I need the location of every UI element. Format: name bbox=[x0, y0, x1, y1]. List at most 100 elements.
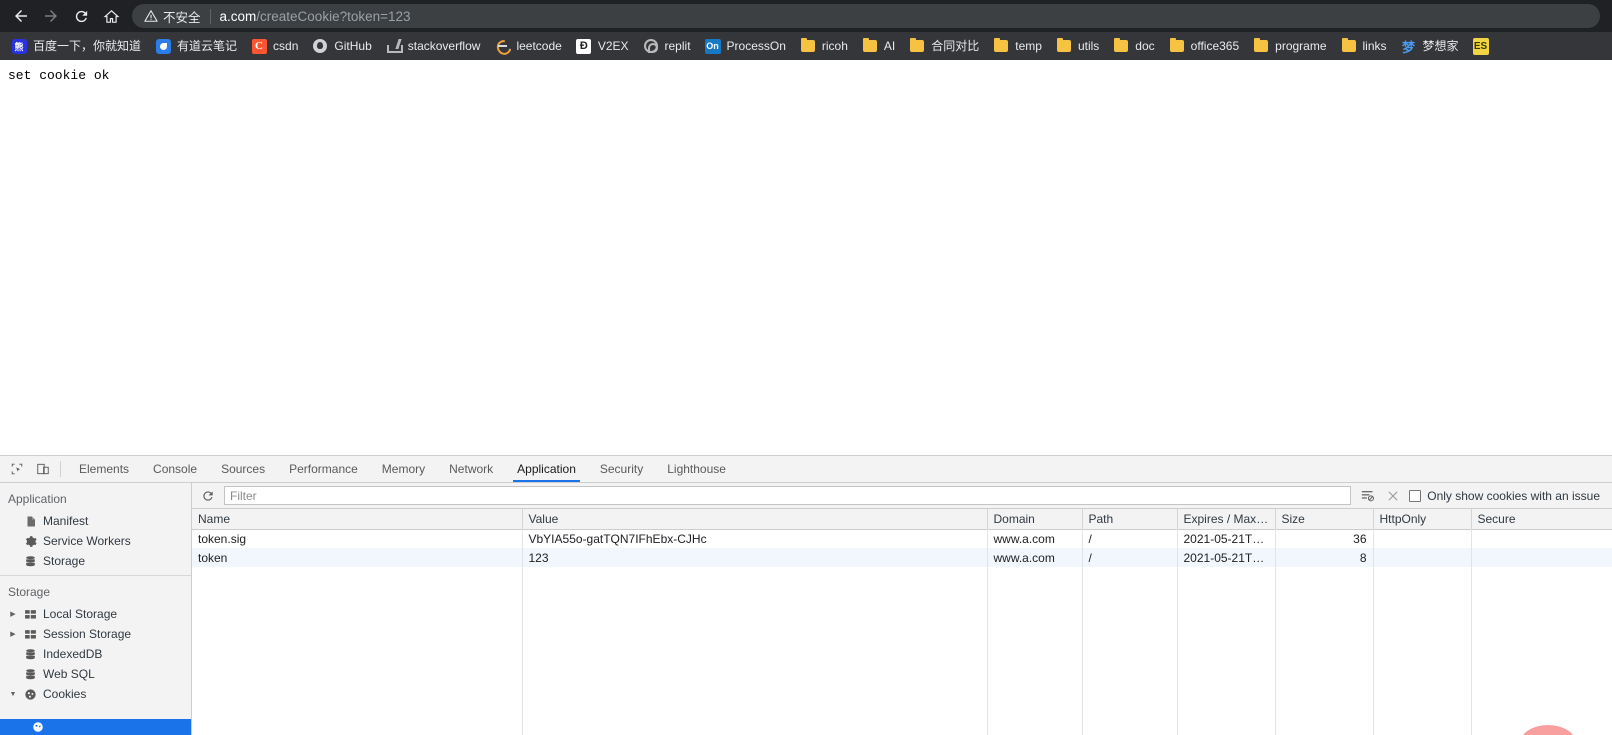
security-indicator[interactable]: 不安全 bbox=[144, 7, 201, 26]
replit-icon bbox=[643, 38, 659, 54]
sidebar-item-service-workers[interactable]: Service Workers bbox=[0, 531, 191, 551]
bookmark-folder-office365[interactable]: office365 bbox=[1162, 35, 1247, 57]
sidebar-item-cookies[interactable]: ▼ Cookies bbox=[0, 684, 191, 704]
forward-button[interactable] bbox=[36, 1, 66, 31]
tab-console[interactable]: Console bbox=[141, 456, 209, 482]
youdao-icon bbox=[155, 38, 171, 54]
filter-input[interactable] bbox=[224, 486, 1352, 505]
tab-network[interactable]: Network bbox=[437, 456, 505, 482]
cookies-table-wrapper: Name Value Domain Path Expires / Max-...… bbox=[192, 509, 1612, 735]
bookmark-es[interactable]: ES bbox=[1466, 35, 1496, 57]
column-header-secure[interactable]: Secure bbox=[1471, 509, 1612, 530]
home-button[interactable] bbox=[96, 1, 126, 31]
tab-performance[interactable]: Performance bbox=[277, 456, 370, 482]
table-row[interactable]: token.sig VbYIA55o-gatTQN7IFhEbx-CJHc ww… bbox=[192, 529, 1612, 548]
cell-expires: 2021-05-21T0... bbox=[1177, 529, 1276, 548]
checkbox-box[interactable] bbox=[1409, 489, 1422, 502]
cell-path: / bbox=[1082, 548, 1178, 567]
tab-label: Network bbox=[449, 462, 494, 476]
tab-elements[interactable]: Elements bbox=[67, 456, 141, 482]
tab-memory[interactable]: Memory bbox=[370, 456, 437, 482]
sidebar-item-cookie-origin-selected[interactable] bbox=[0, 719, 191, 735]
folder-icon bbox=[1169, 38, 1185, 54]
cookies-panel: Only show cookies with an issue Name Val… bbox=[192, 483, 1612, 735]
devtools-body: Application Manifest Service Workers Sto… bbox=[0, 483, 1612, 735]
security-label: 不安全 bbox=[163, 10, 201, 25]
toolbar-divider bbox=[60, 461, 61, 477]
cell-expires: 2021-05-21T0... bbox=[1177, 548, 1276, 567]
only-issues-checkbox[interactable]: Only show cookies with an issue bbox=[1409, 489, 1606, 503]
bookmark-replit[interactable]: replit bbox=[636, 35, 698, 57]
floating-action-bubble[interactable] bbox=[1520, 725, 1576, 735]
warning-triangle-icon bbox=[144, 10, 158, 22]
tab-application[interactable]: Application bbox=[505, 456, 588, 482]
tab-lighthouse[interactable]: Lighthouse bbox=[655, 456, 738, 482]
es-icon: ES bbox=[1472, 37, 1489, 55]
bookmark-folder-temp[interactable]: temp bbox=[986, 35, 1049, 57]
sidebar-item-session-storage[interactable]: ▶ Session Storage bbox=[0, 624, 191, 644]
bookmark-stackoverflow[interactable]: stackoverflow bbox=[379, 35, 488, 57]
bookmark-processon[interactable]: On ProcessOn bbox=[698, 35, 793, 57]
tab-label: Performance bbox=[289, 462, 358, 476]
bookmark-label: GitHub bbox=[334, 39, 372, 53]
table-row[interactable]: token 123 www.a.com / 2021-05-21T0... 8 bbox=[192, 548, 1612, 567]
column-header-name[interactable]: Name bbox=[192, 509, 523, 530]
bookmark-label: stackoverflow bbox=[407, 39, 481, 53]
bookmark-folder-programe[interactable]: programe bbox=[1246, 35, 1333, 57]
bookmark-folder-ai[interactable]: AI bbox=[855, 35, 902, 57]
bookmark-label: links bbox=[1362, 39, 1387, 53]
folder-icon bbox=[1341, 38, 1357, 54]
column-header-value[interactable]: Value bbox=[522, 509, 988, 530]
cookie-icon bbox=[30, 721, 45, 733]
bookmark-leetcode[interactable]: leetcode bbox=[487, 35, 568, 57]
bookmark-csdn[interactable]: Ccsdn bbox=[244, 35, 305, 57]
bookmark-folder-links[interactable]: links bbox=[1334, 35, 1394, 57]
chevron-right-icon[interactable]: ▶ bbox=[8, 610, 18, 618]
column-header-expires[interactable]: Expires / Max-... bbox=[1177, 509, 1276, 530]
address-bar[interactable]: 不安全 a.com/createCookie?token=123 bbox=[132, 4, 1600, 28]
tab-label: Elements bbox=[79, 462, 130, 476]
github-icon bbox=[312, 38, 328, 54]
clear-filter-icon[interactable] bbox=[1357, 486, 1377, 506]
bookmark-folder-utils[interactable]: utils bbox=[1049, 35, 1106, 57]
bookmark-github[interactable]: GitHub bbox=[305, 35, 378, 57]
bookmark-folder-contract-compare[interactable]: 合同对比 bbox=[902, 35, 986, 57]
column-header-httponly[interactable]: HttpOnly bbox=[1373, 509, 1472, 530]
sidebar-item-label: Session Storage bbox=[43, 627, 132, 641]
page-body-text: set cookie ok bbox=[8, 68, 110, 83]
stackoverflow-icon bbox=[386, 38, 403, 54]
devtools-panel: Elements Console Sources Performance Mem… bbox=[0, 455, 1612, 735]
chevron-down-icon[interactable]: ▼ bbox=[8, 691, 18, 698]
url-display[interactable]: a.com/createCookie?token=123 bbox=[220, 9, 411, 24]
bookmark-folder-ricoh[interactable]: ricoh bbox=[793, 35, 855, 57]
column-header-path[interactable]: Path bbox=[1082, 509, 1178, 530]
cell-size: 36 bbox=[1275, 529, 1374, 548]
bookmark-mengxiangjia[interactable]: 梦梦想家 bbox=[1394, 35, 1466, 57]
bookmark-label: 有道云笔记 bbox=[177, 39, 238, 53]
bookmark-folder-doc[interactable]: doc bbox=[1106, 35, 1161, 57]
chevron-right-icon[interactable]: ▶ bbox=[8, 630, 18, 638]
toggle-device-toolbar-icon[interactable] bbox=[30, 456, 56, 482]
column-header-size[interactable]: Size bbox=[1275, 509, 1374, 530]
column-header-domain[interactable]: Domain bbox=[987, 509, 1083, 530]
checkbox-label: Only show cookies with an issue bbox=[1427, 488, 1600, 503]
sidebar-item-local-storage[interactable]: ▶ Local Storage bbox=[0, 604, 191, 624]
refresh-icon[interactable] bbox=[198, 486, 218, 506]
sidebar-item-web-sql[interactable]: Web SQL bbox=[0, 664, 191, 684]
bookmark-v2ex[interactable]: Ð V2EX bbox=[569, 35, 636, 57]
database-icon bbox=[23, 555, 38, 568]
tab-sources[interactable]: Sources bbox=[209, 456, 277, 482]
inspect-element-icon[interactable] bbox=[4, 456, 30, 482]
leetcode-icon bbox=[494, 38, 510, 54]
reload-button[interactable] bbox=[66, 1, 96, 31]
sidebar-item-indexeddb[interactable]: IndexedDB bbox=[0, 644, 191, 664]
cell-size: 8 bbox=[1275, 548, 1374, 567]
folder-icon bbox=[909, 38, 925, 54]
sidebar-item-manifest[interactable]: Manifest bbox=[0, 511, 191, 531]
tab-security[interactable]: Security bbox=[588, 456, 655, 482]
bookmark-baidu[interactable]: 熊百度一下，你就知道 bbox=[4, 35, 148, 57]
sidebar-item-storage[interactable]: Storage bbox=[0, 551, 191, 571]
bookmark-youdao[interactable]: 有道云笔记 bbox=[148, 35, 244, 57]
clear-all-cookies-icon[interactable] bbox=[1383, 486, 1403, 506]
back-button[interactable] bbox=[6, 1, 36, 31]
